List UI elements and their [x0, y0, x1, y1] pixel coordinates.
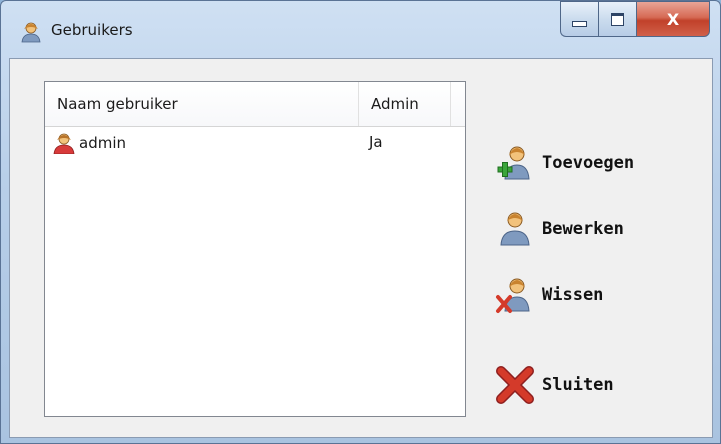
caption-buttons: X [560, 1, 710, 39]
red-x-icon [494, 365, 536, 405]
close-button[interactable]: Sluiten [494, 363, 614, 407]
edit-user-button[interactable]: Bewerken [494, 207, 624, 251]
dialog-body: Naam gebruiker Admin admin Ja Toevoegen … [9, 58, 713, 438]
list-item[interactable]: admin Ja [45, 128, 465, 158]
close-window-button[interactable]: X [636, 1, 710, 37]
delete-user-label: Wissen [542, 285, 604, 305]
user-edit-icon [494, 209, 536, 249]
add-user-button[interactable]: Toevoegen [494, 141, 634, 185]
window: Gebruikers X Naam gebruiker Admin admin … [0, 0, 721, 444]
maximize-button[interactable] [598, 1, 636, 37]
users-list[interactable]: Naam gebruiker Admin admin Ja [44, 81, 466, 417]
list-header: Naam gebruiker Admin [45, 82, 465, 127]
title-bar[interactable]: Gebruikers X [1, 1, 720, 57]
users-icon [21, 21, 41, 43]
user-delete-icon [494, 275, 536, 315]
admin-user-icon [53, 133, 75, 154]
username-text: admin [79, 134, 126, 152]
user-add-icon [494, 143, 536, 183]
column-header-name[interactable]: Naam gebruiker [45, 82, 359, 126]
minimize-icon [572, 21, 587, 27]
window-title: Gebruikers [51, 21, 133, 39]
close-label: Sluiten [542, 375, 614, 395]
delete-user-button[interactable]: Wissen [494, 273, 603, 317]
close-icon: X [666, 9, 680, 29]
cell-admin: Ja [369, 133, 383, 151]
edit-user-label: Bewerken [542, 219, 624, 239]
minimize-button[interactable] [560, 1, 598, 37]
maximize-icon [611, 12, 624, 26]
cell-username: admin [53, 128, 126, 158]
add-user-label: Toevoegen [542, 153, 635, 173]
column-header-admin[interactable]: Admin [359, 82, 451, 126]
